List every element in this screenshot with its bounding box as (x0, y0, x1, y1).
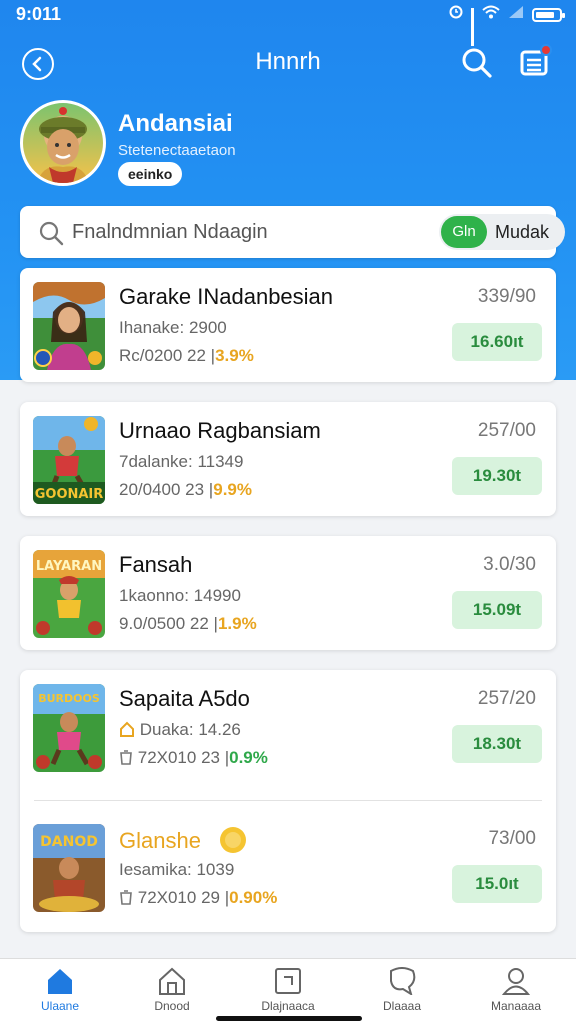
tab-label: Dnood (154, 999, 190, 1013)
menu-button[interactable] (518, 44, 554, 80)
status-time: 9:011 (16, 4, 62, 24)
item-title: Fansah (119, 552, 193, 577)
tab-profile[interactable]: Manaaaa (468, 967, 564, 1013)
search-icon (462, 48, 492, 78)
svg-text:LAYARAN: LAYARAN (36, 559, 102, 574)
item-title: Glanshe (119, 826, 247, 854)
coin-icon (220, 827, 247, 853)
mode-toggle[interactable]: Gln Mudak (439, 214, 565, 250)
svg-text:GOONAIR: GOONAIR (35, 487, 104, 502)
profile-subtitle: Stetenectaaetaon (118, 142, 236, 159)
game-thumbnail: DANOD (33, 824, 105, 912)
list-card: BURDOOS Sapaita A5do Duaka: 14.26 72X010… (20, 670, 556, 932)
home-icon (120, 721, 134, 737)
tab-label: Dlajnaaca (261, 999, 315, 1013)
game-thumbnail (33, 282, 105, 370)
item-count: 339/90 (477, 286, 536, 307)
toggle-off-label[interactable]: Mudak (495, 222, 549, 243)
status-bar: 9:011 (0, 0, 576, 46)
trash-icon (120, 890, 132, 905)
tab-label: Manaaaa (490, 999, 542, 1013)
home-icon (48, 969, 72, 994)
item-price-button[interactable]: 19.30t (452, 457, 542, 495)
list-item[interactable]: BURDOOS Sapaita A5do Duaka: 14.26 72X010… (20, 670, 556, 784)
item-info: Iesamika: 1039 (119, 860, 235, 879)
item-rate: 1.9% (217, 614, 257, 633)
item-rate: 9.9% (213, 480, 252, 499)
item-info: Ihanake: 2900 (119, 318, 227, 337)
item-title: Garake INadanbesian (119, 284, 334, 309)
divider (34, 800, 542, 801)
item-count: 73/00 (488, 828, 536, 849)
item-price-button[interactable]: 18.30t (452, 725, 542, 763)
item-title: Urnaao Ragbansiam (119, 418, 321, 443)
chat-icon (390, 967, 416, 995)
bottom-tab-bar: Ulaane Dnood Dlajnaaca Dlaaaa Manaaaa (0, 958, 576, 1024)
item-meta: 9.0/0500 22 |1.9% (119, 614, 257, 633)
list-item[interactable]: LAYARAN Fansah 1kaonno: 14990 9.0/0500 2… (20, 536, 556, 650)
item-price-button[interactable]: 15.0ıt (452, 865, 542, 903)
toggle-on-label[interactable]: Gln (441, 216, 487, 248)
list-card: GOONAIR Urnaao Ragbansiam 7dalanke: 1134… (20, 402, 556, 516)
item-meta: 72X010 23 |0.9% (119, 748, 268, 768)
item-price-button[interactable]: 15.09t (452, 591, 542, 629)
svg-text:BURDOOS: BURDOOS (38, 692, 100, 705)
item-count: 257/20 (477, 688, 536, 709)
tab-chat[interactable]: Dlaaaa (354, 967, 450, 1013)
game-thumbnail: GOONAIR (33, 416, 105, 504)
item-rate: 0.9% (229, 748, 268, 767)
item-price-button[interactable]: 16.60ıt (452, 323, 542, 361)
item-info: 7dalanke: 11349 (119, 452, 244, 471)
list-item[interactable]: Garake INadanbesian Ihanake: 2900 Rc/020… (20, 268, 556, 382)
item-count: 257/00 (477, 420, 536, 441)
home-indicator (216, 1016, 362, 1021)
item-info: 1kaonno: 14990 (119, 586, 241, 605)
signal-icon (471, 7, 474, 46)
tab-label: Ulaane (40, 999, 80, 1013)
search-input[interactable]: Fnalndmnian Ndaagin (72, 221, 268, 244)
list-item[interactable]: DANOD Glanshe Iesamika: 1039 72X010 29 |… (20, 810, 556, 924)
search-icon (39, 221, 64, 246)
wifi-icon (482, 5, 500, 24)
item-meta: Rc/0200 22 |3.9% (119, 346, 254, 365)
document-icon (275, 968, 301, 994)
trash-icon (120, 750, 132, 765)
user-icon (501, 968, 531, 995)
list-item[interactable]: GOONAIR Urnaao Ragbansiam 7dalanke: 1134… (20, 402, 556, 516)
alarm-icon (449, 5, 463, 24)
profile-section: Andansiai Stetenectaaetaon eeinko (20, 100, 560, 196)
battery-icon (532, 7, 565, 22)
item-rate: 0.90% (229, 888, 278, 907)
avatar[interactable] (20, 100, 106, 186)
tab-home[interactable]: Ulaane (12, 967, 108, 1013)
tab-label: Dlaaaa (382, 999, 422, 1013)
search-bar[interactable]: Fnalndmnian Ndaagin Gln Mudak (20, 206, 565, 258)
profile-badge[interactable]: eeinko (118, 162, 183, 186)
item-meta: 72X010 29 |0.90% (119, 888, 277, 908)
profile-name: Andansiai (118, 110, 233, 137)
notification-dot (540, 44, 552, 56)
tab-library[interactable]: Dlajnaaca (240, 967, 336, 1013)
search-button[interactable] (460, 46, 494, 80)
cellular-icon (508, 5, 524, 24)
game-thumbnail: LAYARAN (33, 550, 105, 638)
item-title: Sapaita A5do (119, 686, 250, 711)
house-icon (159, 967, 185, 995)
svg-text:DANOD: DANOD (40, 834, 98, 850)
item-info: Duaka: 14.26 (119, 720, 241, 740)
item-rate: 3.9% (215, 346, 254, 365)
tab-store[interactable]: Dnood (124, 967, 220, 1013)
top-nav: Hnnrh (0, 40, 576, 88)
list-card: Garake INadanbesian Ihanake: 2900 Rc/020… (20, 268, 556, 382)
list-card: LAYARAN Fansah 1kaonno: 14990 9.0/0500 2… (20, 536, 556, 650)
item-meta: 20/0400 23 |9.9% (119, 480, 252, 499)
game-thumbnail: BURDOOS (33, 684, 105, 772)
item-count: 3.0/30 (483, 554, 536, 575)
